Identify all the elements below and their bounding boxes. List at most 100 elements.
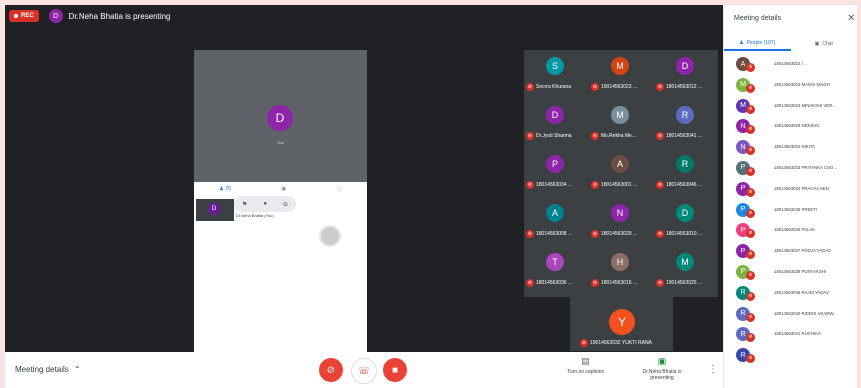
- people-list-item[interactable]: R ⊘ 18014563040 RIDDHI AGARW...: [724, 305, 857, 326]
- mic-off-icon: ⊘: [591, 132, 599, 140]
- participant-tile[interactable]: R ⊘ 18014563046 ...: [654, 148, 718, 197]
- mic-off-icon: ⊘: [526, 279, 534, 287]
- participant-label: ⊘ 18014563046 ...: [656, 181, 702, 189]
- person-name: 18014563038 PUNYAKSHI: [774, 268, 826, 274]
- people-list-item[interactable]: P ⊘ 18014563038 PUNYAKSHI: [724, 263, 857, 284]
- participant-tile[interactable]: A ⊘ 18014563008 ...: [524, 197, 588, 246]
- participant-label: ⊘ 18014563010 ...: [656, 230, 702, 238]
- presented-chat-icon: ▣: [281, 186, 287, 192]
- presented-controls-pill: ⚑ ● ⊖: [234, 196, 296, 212]
- presented-self-tile: D: [196, 199, 234, 221]
- panel-title: Meeting details: [734, 15, 782, 22]
- presented-name-caption: You: [277, 140, 284, 145]
- top-bar: REC D Dr.Neha Bhatia is presenting: [5, 5, 723, 27]
- mic-off-icon: ⊘: [746, 333, 755, 343]
- participant-tile[interactable]: T ⊘ 18014563036 ...: [524, 246, 588, 295]
- meeting-details-toggle[interactable]: Meeting details ⌃: [15, 365, 81, 374]
- person-name: 18014563032 NIKITA: [774, 144, 816, 150]
- self-avatar: Y: [609, 309, 635, 335]
- participant-avatar: M: [676, 253, 694, 271]
- presented-screen-top: D You: [194, 50, 367, 182]
- captions-button[interactable]: ▤ Turn on captions: [567, 356, 604, 375]
- mic-off-icon: ⊘: [526, 83, 534, 91]
- participant-name: 19014563025 ...: [666, 280, 703, 286]
- mic-off-icon: ⊘: [746, 250, 755, 260]
- participant-tile[interactable]: P ⊘ 18014563034 ...: [524, 148, 588, 197]
- people-list-item[interactable]: R ⊘: [724, 346, 857, 367]
- presenting-button[interactable]: ▣ Dr.Neha Bhatia is presenting: [642, 356, 682, 381]
- presented-screen-bottom: ♟ 70 ▣ ⓘ D ⚑ ● ⊖ Dr.Neha Bhatia (You): [194, 182, 367, 353]
- mic-off-icon: ⊘: [526, 230, 534, 238]
- mic-off-icon: ⊘: [326, 364, 336, 376]
- mic-off-icon: ⊘: [746, 229, 755, 239]
- participant-label: ⊘ 18014563016 ...: [591, 279, 637, 287]
- leave-call-button[interactable]: ☏: [351, 358, 377, 384]
- mic-off-icon: ⊘: [746, 208, 755, 218]
- mic-off-icon: ⊘: [746, 63, 755, 72]
- participant-tile[interactable]: R ⊘ 18014563041 ...: [654, 99, 718, 148]
- people-list-item[interactable]: A ⊘ 18014563022 / ...: [724, 55, 857, 76]
- participant-name: 18014563010 ...: [666, 231, 703, 237]
- people-list-item[interactable]: N ⊘ 18014563032 NIKITA: [724, 138, 857, 159]
- participant-tile[interactable]: H ⊘ 18014563016 ...: [589, 246, 653, 295]
- people-list-item[interactable]: P ⊘ 18014563035 PREETI: [724, 201, 857, 222]
- participant-name: 18014563041 ...: [666, 133, 703, 139]
- participant-tile[interactable]: D ⊘ Dr.Jyoti Sharma: [524, 99, 588, 148]
- tab-people[interactable]: ♟ People (107): [724, 37, 791, 51]
- close-icon[interactable]: ✕: [847, 13, 855, 24]
- participant-name: 18014563029 ...: [601, 231, 638, 237]
- mic-off-icon: ⊘: [746, 83, 755, 93]
- participant-tile[interactable]: S ⊘ Socrra Khurana: [524, 50, 588, 99]
- participant-label: ⊘ 18014563001 ...: [591, 181, 637, 189]
- mic-off-icon: ⊘: [746, 166, 755, 176]
- participant-name: Dr.Jyoti Sharma: [536, 133, 572, 139]
- mic-off-icon: ⊘: [580, 339, 588, 347]
- phone-hangup-icon: ☏: [357, 365, 371, 377]
- presented-tile-name: Dr.Neha Bhatia (You): [236, 213, 274, 218]
- participant-avatar: P: [546, 155, 564, 173]
- participant-tile[interactable]: A ⊘ 18014563001 ...: [589, 148, 653, 197]
- person-name: 18014563034 PRAGYA SEN: [774, 185, 829, 191]
- participant-label: ⊘ 18014563029 ...: [591, 230, 637, 238]
- people-list-item[interactable]: P ⊘ 18014563034 PRAGYA SEN: [724, 180, 857, 201]
- camera-toggle-button[interactable]: ■: [383, 358, 407, 382]
- mic-toggle-button[interactable]: ⊘: [319, 358, 343, 382]
- participant-label: ⊘ 18014563034 ...: [526, 181, 572, 189]
- participant-label: ⊘ Ms.Rekha Me...: [591, 132, 636, 140]
- captions-label: Turn on captions: [567, 369, 605, 375]
- participant-label: ⊘ Dr.Jyoti Sharma: [526, 132, 572, 140]
- people-list-item[interactable]: P ⊘ 18014563037 POOJA YADAV: [724, 242, 857, 263]
- meeting-details-panel: Meeting details ✕ ♟ People (107) ▣ Chat A ⊘…: [724, 5, 857, 388]
- participant-avatar: R: [676, 106, 694, 124]
- participant-name: 18014563008 ...: [536, 231, 573, 237]
- participant-tile[interactable]: D ⊘ 18014563012 ...: [654, 50, 718, 99]
- more-options-icon[interactable]: ⋮: [708, 364, 718, 375]
- participant-tile[interactable]: M ⊘ 19014563023 ...: [589, 50, 653, 99]
- presenter-avatar: D: [48, 9, 63, 23]
- remove-icon: ⊖: [282, 201, 288, 208]
- participant-label: ⊘ Socrra Khurana: [526, 83, 571, 91]
- people-list-item[interactable]: R ⊘ 18014563041 RUCHIKA: [724, 325, 857, 346]
- person-name: 18014563023 MANSI SINGH: [774, 81, 830, 87]
- participant-tile[interactable]: M ⊘ Ms.Rekha Me...: [589, 99, 653, 148]
- participant-label: ⊘ 18014563012 ...: [656, 83, 702, 91]
- people-list-item[interactable]: M ⊘ 18014563023 MANSI SINGH: [724, 76, 857, 97]
- people-list-item[interactable]: R ⊘ 18014563039 RAJNI YADAV: [724, 284, 857, 305]
- participant-tile[interactable]: N ⊘ 18014563029 ...: [589, 197, 653, 246]
- people-list-item[interactable]: M ⊘ 18014563024 MINAKSHI VER...: [724, 97, 857, 118]
- participant-name: 18014563001 ...: [601, 182, 638, 188]
- presenter-status: Dr.Neha Bhatia is presenting: [68, 11, 171, 21]
- mic-off-icon: ⊘: [656, 181, 664, 189]
- tab-chat[interactable]: ▣ Chat: [791, 37, 858, 51]
- people-list-item[interactable]: P ⊘ 18014563036 PALAK: [724, 221, 857, 242]
- person-name: 18014563041 RUCHIKA: [774, 331, 821, 337]
- participant-avatar: M: [611, 57, 629, 75]
- participant-tile[interactable]: D ⊘ 18014563010 ...: [654, 197, 718, 246]
- participant-tile[interactable]: M ⊘ 19014563025 ...: [654, 246, 718, 295]
- participant-name: 18014563036 ...: [536, 280, 573, 286]
- people-list-item[interactable]: N ⊘ 18014563029 NEESHU: [724, 117, 857, 138]
- participant-name: 18014563034 ...: [536, 182, 573, 188]
- participant-name: 18014563016 ...: [601, 280, 638, 286]
- presented-fab: [319, 225, 341, 247]
- people-list-item[interactable]: P ⊘ 18014563033 PRIYANKA CHO...: [724, 159, 857, 180]
